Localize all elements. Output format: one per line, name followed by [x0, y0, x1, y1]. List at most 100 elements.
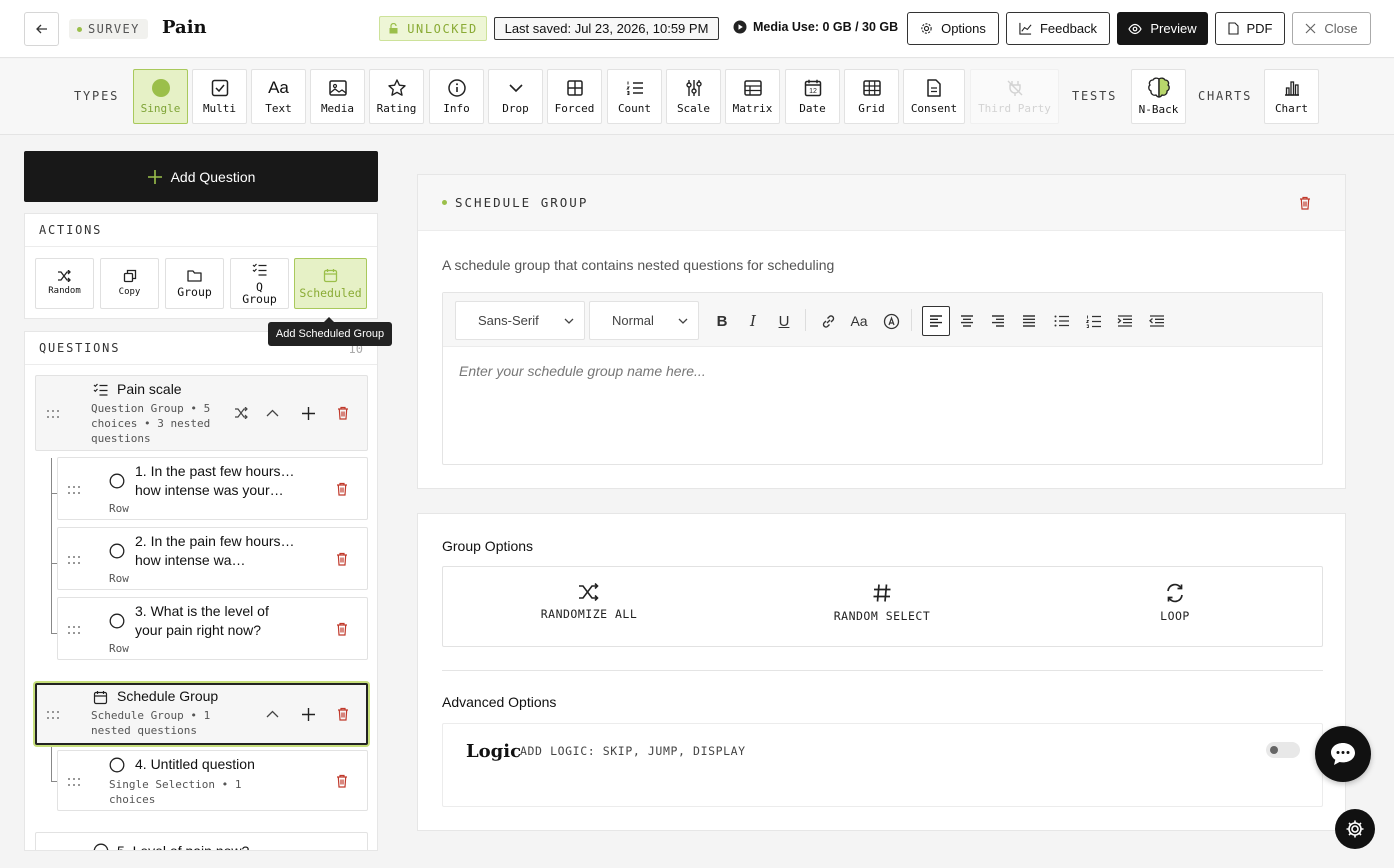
- indent-button[interactable]: [1114, 311, 1134, 331]
- page-title: Pain: [162, 17, 207, 38]
- type-media-button[interactable]: Media: [310, 69, 365, 124]
- delete-button[interactable]: [333, 772, 351, 790]
- logic-toggle[interactable]: [1266, 742, 1300, 758]
- refresh-icon: [1167, 583, 1183, 603]
- radio-icon: [109, 473, 125, 489]
- drag-handle-icon[interactable]: [67, 485, 81, 495]
- pdf-button[interactable]: PDF: [1215, 12, 1285, 45]
- nested-question-card[interactable]: 4. Untitled question Single Selection • …: [57, 750, 368, 811]
- type-consent-button[interactable]: Consent: [903, 69, 965, 124]
- numbered-list-button[interactable]: [1083, 311, 1103, 331]
- schedule-group-card[interactable]: Schedule Group Schedule Group • 1 nested…: [35, 683, 368, 745]
- action-copy-button[interactable]: Copy: [100, 258, 159, 309]
- randomize-all-option[interactable]: RANDOMIZE ALL: [489, 583, 689, 621]
- collapse-button[interactable]: [263, 404, 281, 422]
- type-label: Drop: [502, 102, 529, 115]
- bullet-list-button[interactable]: [1051, 311, 1071, 331]
- drag-handle-icon[interactable]: [67, 777, 81, 787]
- type-text-button[interactable]: Aa Text: [251, 69, 306, 124]
- font-family-value: Sans-Serif: [478, 313, 539, 328]
- underline-button[interactable]: U: [774, 311, 794, 331]
- nested-question-card[interactable]: 2. In the pain few hours… how intense wa…: [57, 527, 368, 590]
- info-icon: [447, 79, 466, 97]
- unlocked-label: UNLOCKED: [407, 21, 478, 36]
- underline-icon: U: [778, 312, 790, 330]
- checkbox-icon: [211, 79, 228, 97]
- type-forced-button[interactable]: Forced: [547, 69, 602, 124]
- delete-button[interactable]: [333, 620, 351, 638]
- chart-button[interactable]: Chart: [1264, 69, 1319, 124]
- type-label: Forced: [554, 102, 595, 115]
- align-left-button[interactable]: [922, 306, 950, 336]
- indent-icon: [1117, 315, 1132, 327]
- action-random-button[interactable]: Random: [35, 258, 94, 309]
- text-aa-icon: Aa: [850, 313, 868, 329]
- settings-button[interactable]: [1335, 809, 1375, 849]
- type-count-button[interactable]: Count: [607, 69, 662, 124]
- action-scheduled-button[interactable]: Scheduled: [294, 258, 367, 309]
- delete-button[interactable]: [334, 705, 352, 723]
- loop-option[interactable]: LOOP: [1075, 583, 1275, 623]
- align-justify-button[interactable]: [1019, 311, 1039, 331]
- link-button[interactable]: [818, 311, 838, 331]
- close-button[interactable]: Close: [1292, 12, 1371, 45]
- back-button[interactable]: [24, 12, 59, 46]
- bold-button[interactable]: B: [712, 311, 732, 331]
- type-label: Multi: [202, 102, 237, 115]
- drag-handle-icon[interactable]: [46, 710, 60, 720]
- nested-question-card[interactable]: 1. In the past few hours… how intense wa…: [57, 457, 368, 520]
- type-rating-button[interactable]: Rating: [369, 69, 424, 124]
- copy-icon: [123, 269, 136, 283]
- type-matrix-button[interactable]: Matrix: [725, 69, 780, 124]
- add-nested-button[interactable]: [299, 404, 317, 422]
- options-button[interactable]: Options: [907, 12, 999, 45]
- drag-handle-icon[interactable]: [46, 409, 60, 419]
- outdent-button[interactable]: [1146, 311, 1166, 331]
- question-group-card[interactable]: Pain scale Question Group • 5 choices • …: [35, 375, 368, 451]
- nested-question-card[interactable]: 3. What is the level of your pain right …: [57, 597, 368, 660]
- drag-handle-icon[interactable]: [67, 555, 81, 565]
- add-question-button[interactable]: Add Question: [24, 151, 378, 202]
- numbered-list-icon: [1085, 315, 1101, 328]
- random-select-option[interactable]: RANDOM SELECT: [782, 583, 982, 623]
- type-single-button[interactable]: Single: [133, 69, 188, 124]
- question-meta: Question Group • 5 choices • 3 nested qu…: [91, 402, 211, 445]
- test-label: N-Back: [1138, 103, 1179, 116]
- align-center-button[interactable]: [957, 311, 977, 331]
- type-multi-button[interactable]: Multi: [192, 69, 247, 124]
- unlocked-badge[interactable]: UNLOCKED: [379, 16, 487, 41]
- chevron-up-icon: [266, 409, 278, 417]
- delete-group-button[interactable]: [1296, 194, 1314, 212]
- delete-button[interactable]: [333, 550, 351, 568]
- type-drop-button[interactable]: Drop: [488, 69, 543, 124]
- action-q-group-button[interactable]: Q Group: [230, 258, 289, 309]
- randomize-button[interactable]: [232, 404, 250, 422]
- font-size-value: Normal: [612, 313, 654, 328]
- group-name-input[interactable]: Enter your schedule group name here...: [459, 363, 706, 379]
- type-scale-button[interactable]: Scale: [666, 69, 721, 124]
- text-color-button[interactable]: [881, 311, 901, 331]
- italic-button[interactable]: I: [743, 311, 763, 331]
- logic-subtitle: ADD LOGIC: SKIP, JUMP, DISPLAY: [520, 744, 746, 758]
- chat-button[interactable]: [1315, 726, 1371, 782]
- preview-button[interactable]: Preview: [1117, 12, 1208, 45]
- test-n-back-button[interactable]: N-Back: [1131, 69, 1186, 124]
- feedback-button[interactable]: Feedback: [1006, 12, 1110, 45]
- drag-handle-icon[interactable]: [67, 625, 81, 635]
- delete-button[interactable]: [333, 480, 351, 498]
- text-size-button[interactable]: Aa: [849, 311, 869, 331]
- delete-button[interactable]: [334, 404, 352, 422]
- collapse-button[interactable]: [263, 705, 281, 723]
- media-use: Media Use: 0 GB / 30 GB: [733, 20, 898, 34]
- type-grid-button[interactable]: Grid: [844, 69, 899, 124]
- align-right-button[interactable]: [988, 311, 1008, 331]
- font-size-select[interactable]: Normal: [589, 301, 699, 340]
- question-card[interactable]: 5. Level of pain now?: [35, 832, 368, 850]
- font-family-select[interactable]: Sans-Serif: [455, 301, 585, 340]
- editor-title: SCHEDULE GROUP: [455, 195, 589, 210]
- questions-panel: QUESTIONS 10 Pain scale Question Group •…: [24, 331, 378, 851]
- type-date-button[interactable]: 12 Date: [785, 69, 840, 124]
- type-info-button[interactable]: Info: [429, 69, 484, 124]
- action-group-button[interactable]: Group: [165, 258, 224, 309]
- add-nested-button[interactable]: [299, 705, 317, 723]
